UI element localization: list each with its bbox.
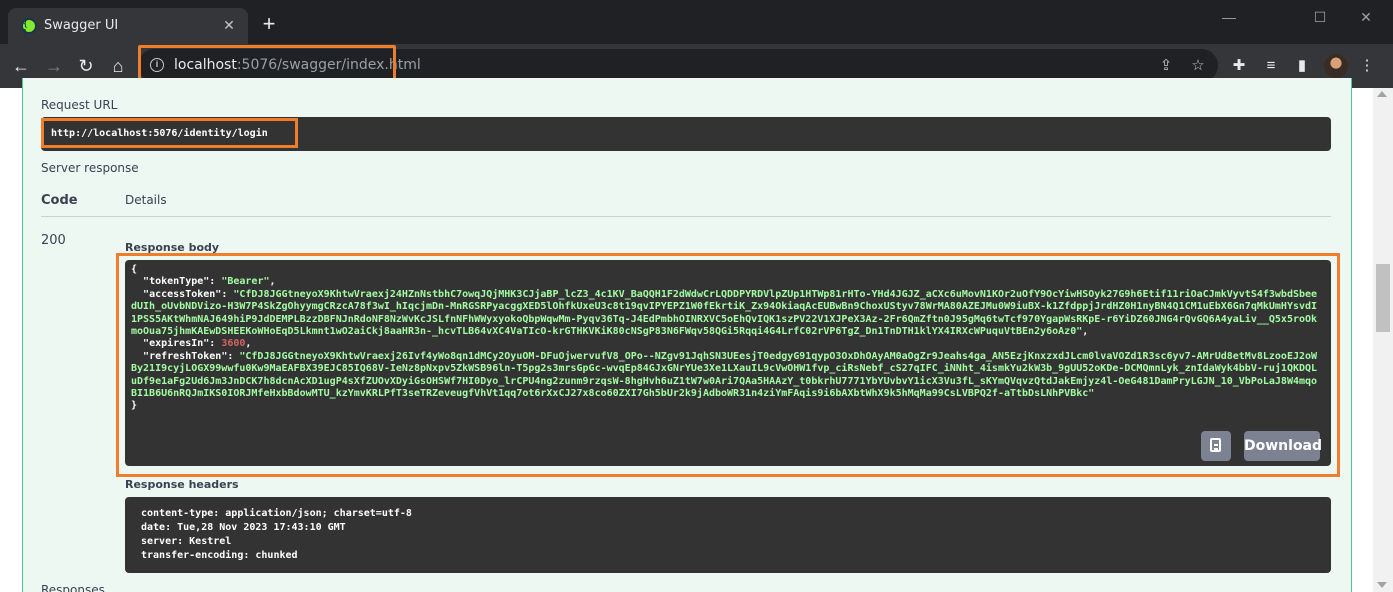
- request-url-label: Request URL: [41, 98, 118, 112]
- minimize-icon[interactable]: —: [1206, 6, 1252, 28]
- swagger-favicon-icon: [21, 18, 37, 37]
- bookmark-star-icon[interactable]: ☆: [1188, 56, 1208, 76]
- profile-avatar[interactable]: [1324, 54, 1348, 78]
- scroll-down-arrow-icon[interactable]: [1377, 582, 1387, 588]
- browser-titlebar: Swagger UI ✕ + — ☐ ✕: [0, 0, 1393, 44]
- share-icon[interactable]: ⇪: [1156, 56, 1176, 76]
- responses-label: Responses: [41, 583, 105, 592]
- request-url-highlight-frame: [41, 118, 298, 148]
- response-headers-box: content-type: application/json; charset=…: [125, 497, 1331, 573]
- maximize-icon[interactable]: ☐: [1297, 6, 1343, 28]
- new-tab-icon[interactable]: +: [258, 13, 280, 36]
- page-scrollbar[interactable]: [1373, 88, 1393, 592]
- extensions-icon[interactable]: ✚: [1228, 55, 1250, 77]
- back-icon[interactable]: ←: [9, 54, 33, 78]
- browser-tab[interactable]: Swagger UI ✕: [8, 8, 248, 44]
- media-control-icon[interactable]: ≡: [1260, 55, 1282, 77]
- close-tab-icon[interactable]: ✕: [220, 16, 238, 34]
- code-column-header: Code: [41, 193, 78, 208]
- server-response-label: Server response: [41, 161, 139, 175]
- home-icon[interactable]: ⌂: [106, 54, 130, 78]
- side-panel-icon[interactable]: ▮: [1291, 55, 1313, 77]
- scroll-up-arrow-icon[interactable]: [1377, 91, 1387, 97]
- forward-icon[interactable]: →: [42, 54, 66, 78]
- menu-icon[interactable]: ⋮: [1356, 55, 1378, 77]
- response-headers-label: Response headers: [125, 478, 239, 491]
- divider: [41, 216, 1331, 217]
- reload-icon[interactable]: ↻: [74, 54, 98, 78]
- tab-title: Swagger UI: [44, 18, 119, 33]
- response-code: 200: [41, 233, 66, 248]
- close-window-icon[interactable]: ✕: [1343, 6, 1389, 28]
- swagger-page: Request URL http://localhost:5076/identi…: [0, 78, 1393, 592]
- response-headers-text: content-type: application/json; charset=…: [141, 508, 412, 561]
- details-column-header: Details: [125, 193, 167, 207]
- scrollbar-thumb[interactable]: [1376, 264, 1390, 332]
- response-body-highlight-frame: [116, 253, 1340, 477]
